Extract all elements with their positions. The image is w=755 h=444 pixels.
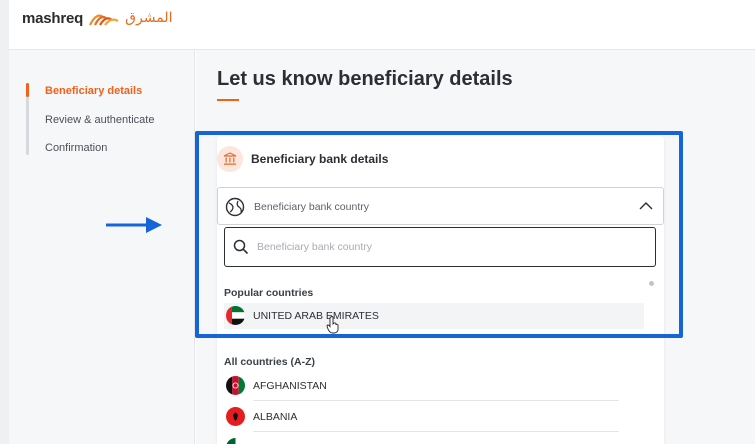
hand-cursor-icon xyxy=(326,316,339,334)
progress-sidebar: Beneficiary details Review & authenticat… xyxy=(9,50,195,444)
bank-icon xyxy=(217,146,243,172)
chevron-up-icon[interactable] xyxy=(639,201,653,211)
bank-country-select[interactable]: Beneficiary bank country xyxy=(217,187,664,225)
card-title: Beneficiary bank details xyxy=(251,152,389,166)
step-review-authenticate[interactable]: Review & authenticate xyxy=(45,114,154,126)
list-divider xyxy=(253,431,619,432)
main-content: Let us know beneficiary details Benefici… xyxy=(196,50,755,444)
country-name: UNITED ARAB EMIRATES xyxy=(253,310,379,322)
arrow-right-icon xyxy=(106,217,162,233)
step-confirmation[interactable]: Confirmation xyxy=(45,142,107,154)
logo-sunburst-icon xyxy=(89,14,119,26)
globe-icon xyxy=(225,197,245,217)
top-bar: mashreq المشرق xyxy=(0,0,755,444)
step-progress-fill xyxy=(26,83,29,97)
list-divider xyxy=(253,400,619,401)
next-flag-icon xyxy=(226,438,245,444)
country-search-box[interactable] xyxy=(224,227,656,267)
page-title: Let us know beneficiary details xyxy=(217,68,513,90)
country-dropdown: Popular countries UNITED ARAB EMIRATES A… xyxy=(217,225,664,444)
step-progress-track xyxy=(26,83,29,155)
country-option-albania[interactable]: ALBANIA xyxy=(224,404,644,430)
scrollbar-thumb[interactable] xyxy=(649,281,654,286)
country-option-afghanistan[interactable]: AFGHANISTAN xyxy=(224,373,644,399)
albania-flag-icon xyxy=(226,407,245,426)
search-icon xyxy=(233,239,249,255)
country-name: ALBANIA xyxy=(253,411,298,423)
popular-countries-heading: Popular countries xyxy=(224,287,314,299)
title-underline xyxy=(217,99,239,101)
mashreq-logo[interactable]: mashreq المشرق xyxy=(22,9,172,27)
select-label: Beneficiary bank country xyxy=(254,201,369,213)
country-option-uae[interactable]: UNITED ARAB EMIRATES xyxy=(224,303,644,329)
country-name: AFGHANISTAN xyxy=(253,380,327,392)
logo-text-en: mashreq xyxy=(22,9,84,27)
left-edge-strip xyxy=(0,0,9,444)
afghanistan-flag-icon xyxy=(226,376,245,395)
country-option-next[interactable] xyxy=(224,435,644,444)
country-search-input[interactable] xyxy=(257,237,637,257)
beneficiary-bank-card: Beneficiary bank details Beneficiary ban… xyxy=(217,136,664,444)
uae-flag-icon xyxy=(226,306,245,325)
step-beneficiary-details[interactable]: Beneficiary details xyxy=(45,85,142,97)
all-countries-heading: All countries (A-Z) xyxy=(224,356,315,368)
logo-text-ar: المشرق xyxy=(125,10,173,26)
